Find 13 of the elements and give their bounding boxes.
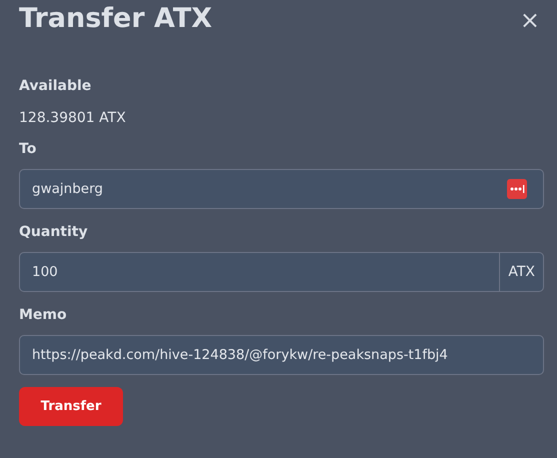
field-label: Memo (19, 307, 68, 323)
text-input[interactable]: 100 (20, 253, 500, 291)
available-balance: 128.39801 ATX (19, 110, 127, 126)
field-label: Quantity (19, 224, 89, 240)
close-button[interactable]: × (516, 6, 544, 34)
field-label: To (19, 141, 38, 157)
available-label: Available (19, 78, 92, 94)
text-input[interactable]: https://peakd.com/hive-124838/@forykw/re-peaksnaps-t1fbj4 (20, 336, 543, 374)
password-manager-icon[interactable] (507, 179, 527, 199)
dialog-title: Transfer ATX (19, 3, 212, 34)
input-field[interactable]: 100 ATX (19, 252, 544, 292)
unit-label: ATX (499, 253, 543, 291)
transfer-button[interactable]: Transfer (19, 387, 123, 426)
